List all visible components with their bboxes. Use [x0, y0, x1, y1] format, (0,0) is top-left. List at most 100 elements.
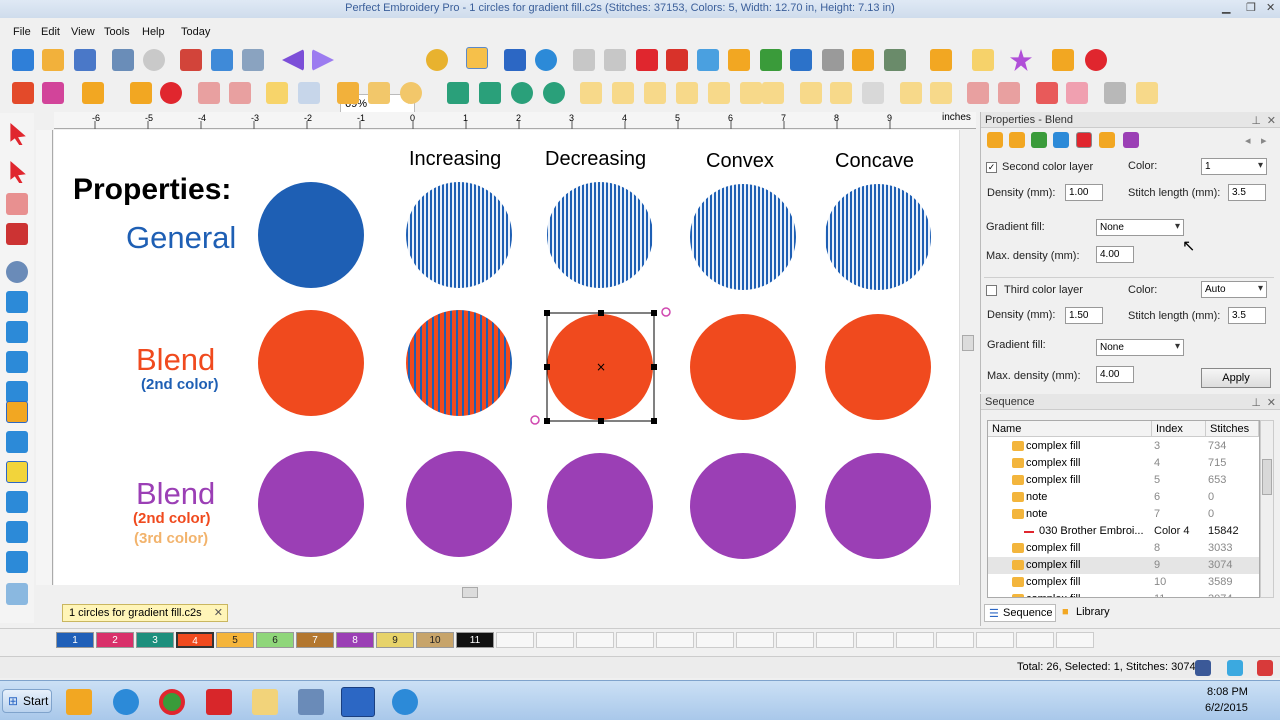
lettering-icon[interactable]	[82, 82, 104, 104]
vertical-scrollbar[interactable]	[959, 130, 976, 585]
tree-icon[interactable]	[930, 49, 952, 71]
select-arrow-icon[interactable]	[10, 123, 26, 145]
lock-icon[interactable]	[466, 47, 488, 69]
prop-tab-color-icon[interactable]	[1076, 132, 1092, 148]
second-layer-checkbox[interactable]: ✓	[986, 162, 997, 173]
apply-button[interactable]: Apply	[1201, 368, 1271, 388]
flag-icon[interactable]	[1052, 49, 1074, 71]
distribute-h-icon[interactable]	[900, 82, 922, 104]
table-row[interactable]: complex fill 5 653	[988, 472, 1259, 489]
handle-ml[interactable]	[544, 364, 550, 370]
empty-swatch[interactable]	[736, 632, 774, 648]
prop-tab-applique-icon[interactable]	[1099, 132, 1115, 148]
gradient-fill-select[interactable]: None	[1096, 219, 1184, 236]
flip-vertical-icon[interactable]	[479, 82, 501, 104]
cut-icon[interactable]	[180, 49, 202, 71]
table-row[interactable]: complex fill 3 734	[988, 438, 1259, 455]
table-row[interactable]: 030 Brother Embroi... Color 4 15842	[988, 523, 1259, 540]
table-row[interactable]: note 7 0	[988, 506, 1259, 523]
circle-general-concave[interactable]	[825, 184, 931, 290]
circle-blend-1[interactable]	[258, 310, 364, 416]
table-row[interactable]: complex fill 11 3074	[988, 591, 1259, 597]
undo-icon[interactable]	[282, 49, 304, 71]
sparkle-icon[interactable]	[972, 49, 994, 71]
explorer-folder-icon[interactable]	[252, 689, 278, 715]
third-stitch-length-input[interactable]: 3.5	[1228, 307, 1266, 324]
handle-mr[interactable]	[651, 364, 657, 370]
circle-blend3-convex[interactable]	[690, 453, 796, 559]
circle-blend3-decreasing[interactable]	[547, 453, 653, 559]
align-bottom-icon[interactable]	[740, 82, 762, 104]
acrobat-icon[interactable]	[206, 689, 232, 715]
empty-swatch[interactable]	[536, 632, 574, 648]
motif-icon[interactable]	[728, 49, 750, 71]
color-swatch-3[interactable]: 3	[136, 632, 174, 648]
menu-help[interactable]: Help	[142, 26, 165, 38]
maximize-icon[interactable]: ❐	[1246, 1, 1256, 14]
handle-tm[interactable]	[598, 310, 604, 316]
color-swatch-4[interactable]: 4	[176, 632, 214, 648]
max-density-input[interactable]: 4.00	[1096, 246, 1134, 263]
pinterest-icon[interactable]	[1257, 660, 1273, 676]
color-swatch-6[interactable]: 6	[256, 632, 294, 648]
align-right-icon[interactable]	[644, 82, 666, 104]
knife-icon[interactable]	[6, 193, 28, 215]
sequence-scrollbar[interactable]	[1260, 420, 1274, 598]
new-file-icon[interactable]	[12, 49, 34, 71]
measure-icon[interactable]	[6, 321, 28, 343]
col-stitches[interactable]: Stitches	[1206, 421, 1259, 437]
internet-explorer-icon[interactable]	[113, 689, 139, 715]
circle-blend3-increasing[interactable]	[406, 451, 512, 557]
fan-green-icon[interactable]	[760, 49, 782, 71]
sunburst-icon[interactable]	[852, 49, 874, 71]
empty-swatch[interactable]	[576, 632, 614, 648]
dots-grid-icon[interactable]	[368, 82, 390, 104]
applique-icon[interactable]	[884, 49, 906, 71]
stitch-length-input[interactable]: 3.5	[1228, 184, 1266, 201]
close-panel-icon[interactable]: ✕	[1267, 114, 1276, 127]
stitch-path-icon[interactable]	[573, 49, 595, 71]
select-rect-icon[interactable]	[266, 82, 288, 104]
reshape-icon[interactable]	[6, 223, 28, 245]
order-icon[interactable]	[967, 82, 989, 104]
monogram-icon[interactable]	[42, 82, 64, 104]
perfect-embroidery-icon[interactable]	[341, 687, 375, 717]
text-icon[interactable]	[12, 82, 34, 104]
break-icon[interactable]	[198, 82, 220, 104]
table-row[interactable]: complex fill 8 3033	[988, 540, 1259, 557]
grid-icon[interactable]	[504, 49, 526, 71]
vector-icon[interactable]	[6, 491, 28, 513]
circle-blend3-1[interactable]	[258, 451, 364, 557]
circle-blend-increasing[interactable]	[406, 310, 512, 416]
table-icon[interactable]	[6, 431, 28, 453]
sequence-close-icon[interactable]: ✕	[1267, 396, 1276, 409]
flame-icon[interactable]	[130, 82, 152, 104]
handle-tr[interactable]	[651, 310, 657, 316]
open-file-icon[interactable]	[42, 49, 64, 71]
circle-general-decreasing[interactable]	[547, 182, 653, 288]
prev-tab-icon[interactable]: ◂	[1245, 134, 1251, 147]
tab-sequence[interactable]: ☰ Sequence	[984, 604, 1056, 622]
prop-tab-fill-icon[interactable]	[987, 132, 1003, 148]
empty-swatch[interactable]	[696, 632, 734, 648]
redo-icon[interactable]	[312, 49, 334, 71]
empty-swatch[interactable]	[1056, 632, 1094, 648]
prop-tab-blend-icon[interactable]	[1009, 132, 1025, 148]
image-icon[interactable]	[6, 351, 28, 373]
empty-swatch[interactable]	[496, 632, 534, 648]
empty-swatch[interactable]	[656, 632, 694, 648]
chrome-icon[interactable]	[159, 689, 185, 715]
info-tool-icon[interactable]	[6, 521, 28, 543]
circle-blend3-concave[interactable]	[825, 453, 931, 559]
color-swatch-1[interactable]: 1	[56, 632, 94, 648]
circle-blend-concave[interactable]	[825, 314, 931, 420]
no-icon[interactable]	[1085, 49, 1107, 71]
rotate-handle-icon[interactable]	[661, 307, 671, 317]
close-icon[interactable]: ✕	[1266, 1, 1275, 14]
menu-file[interactable]: File	[13, 26, 31, 38]
stop-icon[interactable]	[143, 49, 165, 71]
horizontal-scrollbar[interactable]	[54, 585, 959, 600]
node-edit-icon[interactable]	[10, 161, 26, 183]
empty-swatch[interactable]	[776, 632, 814, 648]
density-input[interactable]: 1.00	[1065, 184, 1103, 201]
